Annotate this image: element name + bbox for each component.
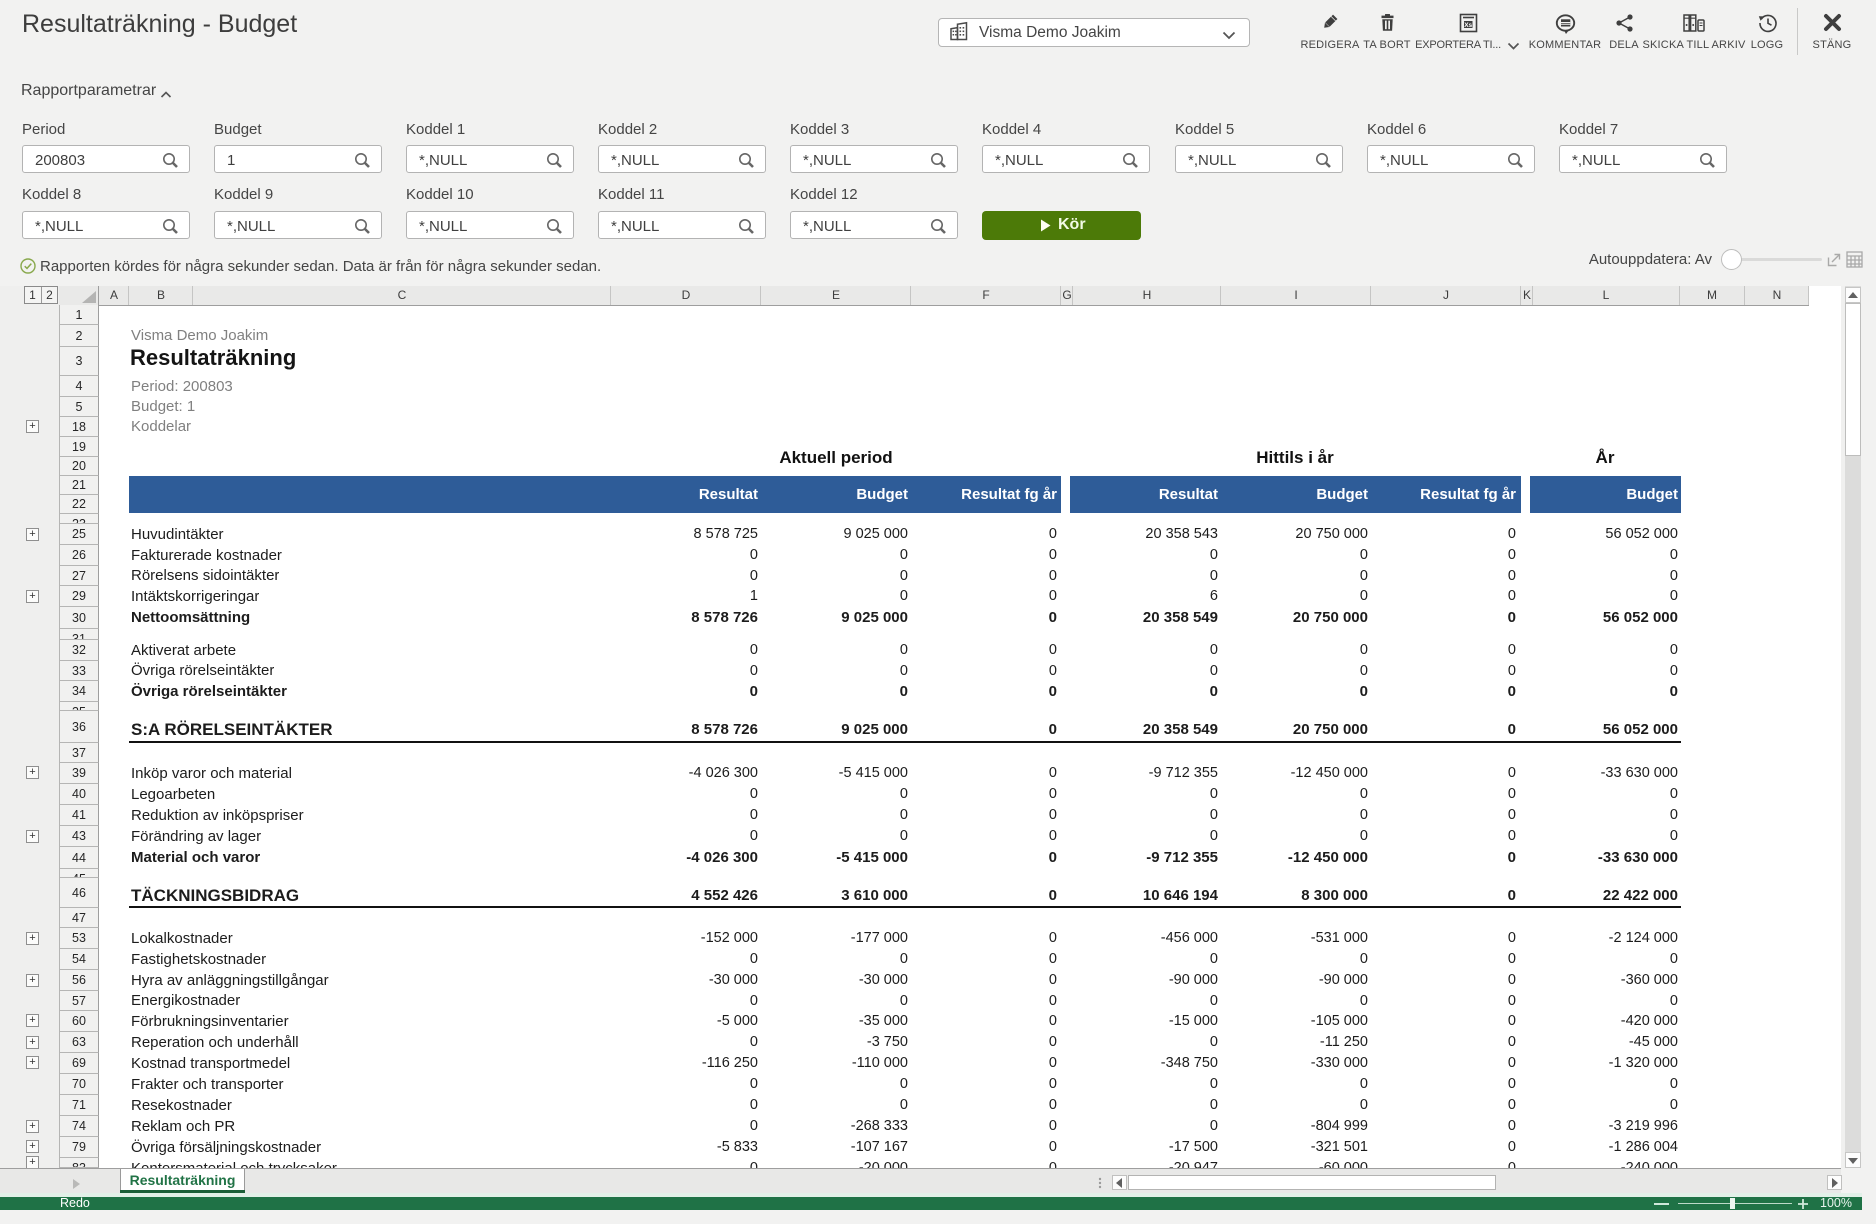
svg-text:Xs: Xs [1464, 22, 1472, 29]
